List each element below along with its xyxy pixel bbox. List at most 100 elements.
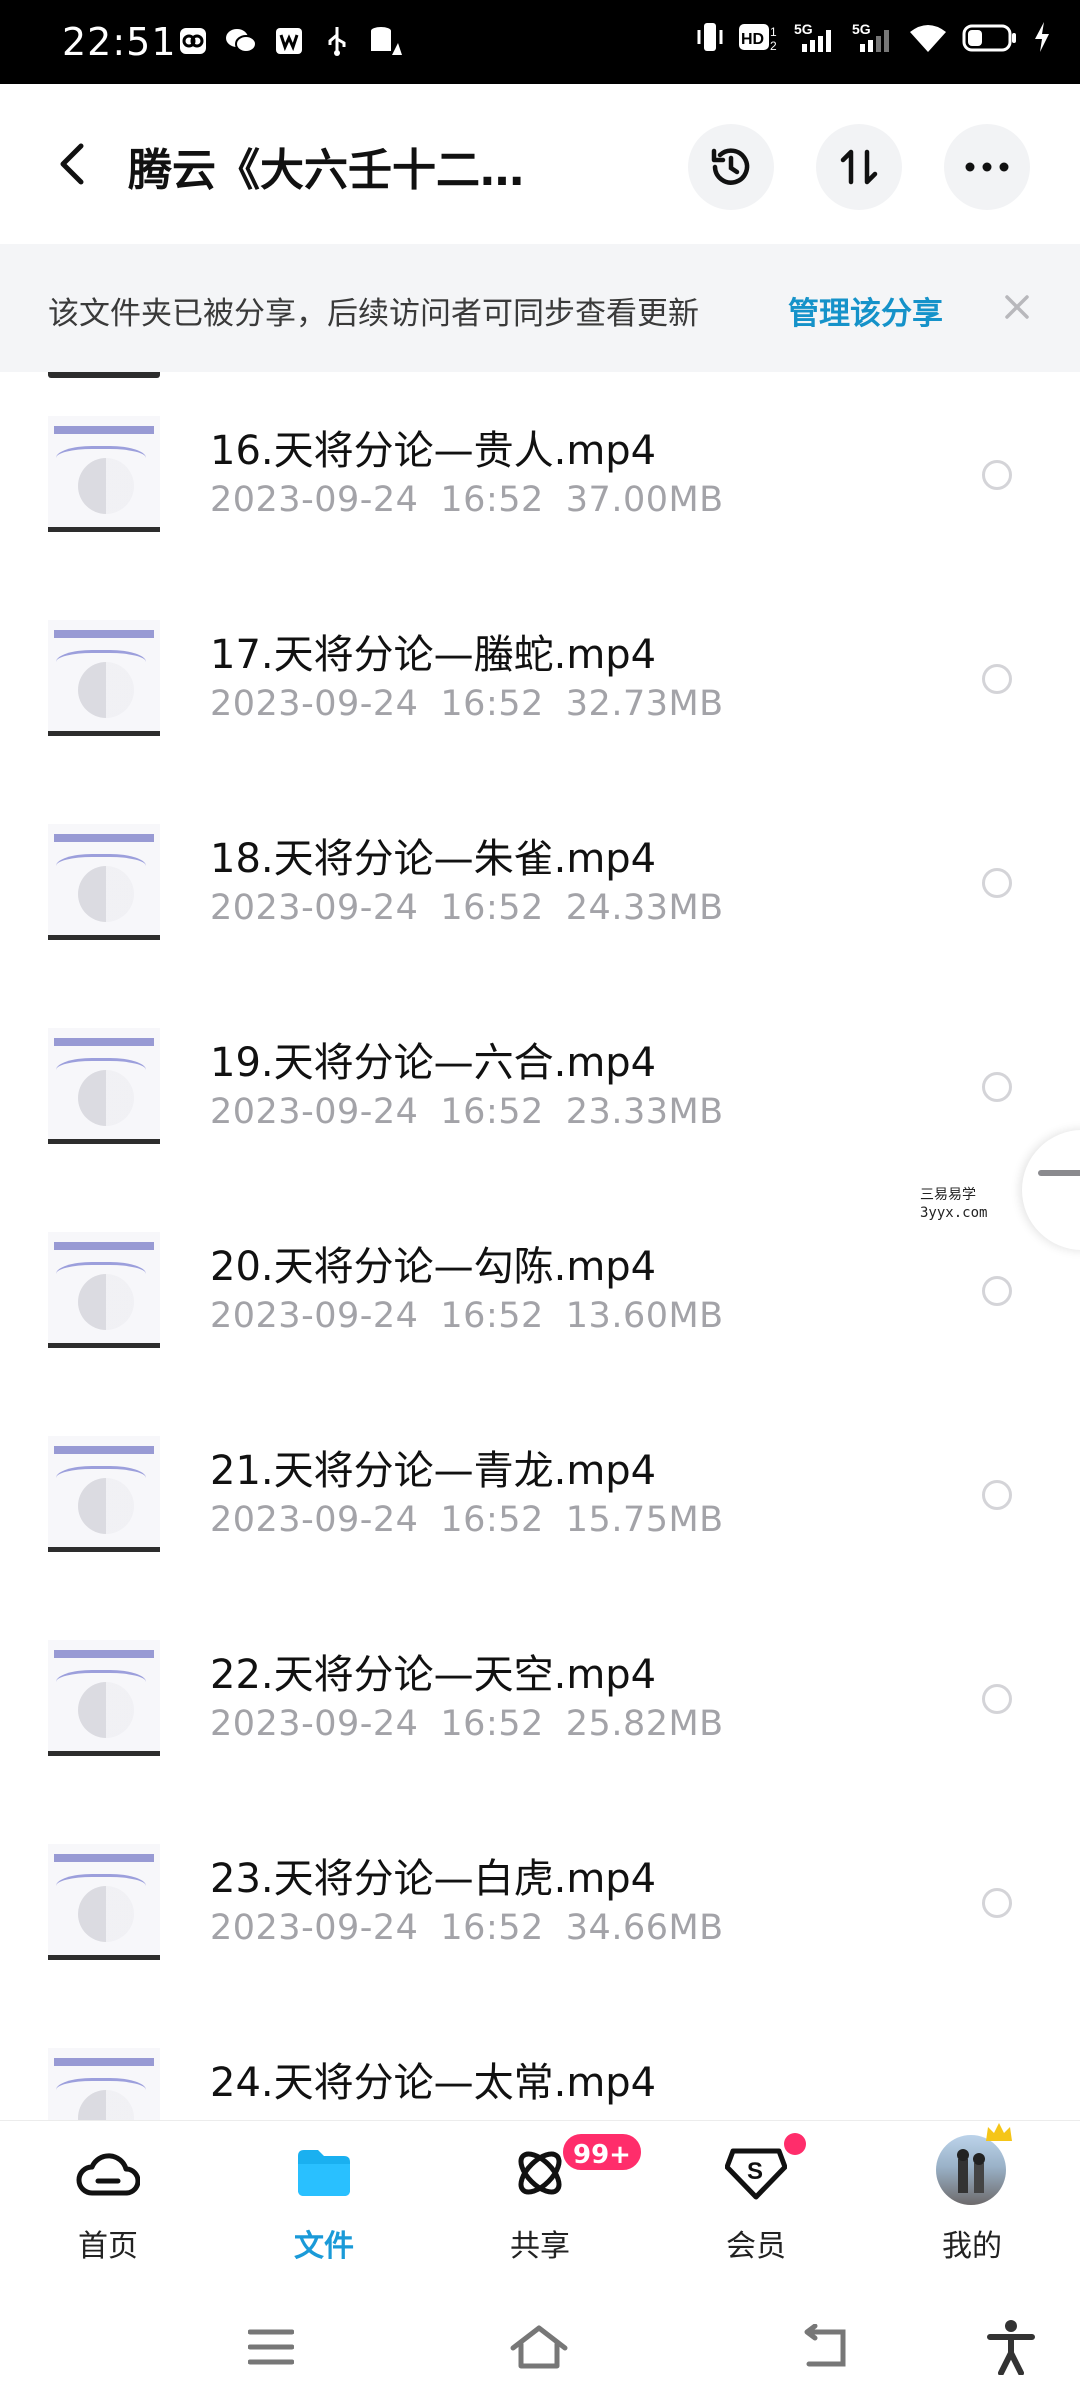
home-button[interactable] [504,2312,574,2382]
svg-text:5G: 5G [794,21,813,37]
file-name: 18.天将分论—朱雀.mp4 [210,836,657,882]
back-button[interactable] [44,132,100,196]
signal-5g-icon: 5G [850,20,894,58]
handle-dash [1038,1170,1080,1176]
video-thumbnail [48,824,160,940]
manage-share-link[interactable]: 管理该分享 [788,288,943,333]
video-thumbnail [48,2048,160,2120]
menu-icon [248,2329,294,2365]
file-row[interactable]: 20.天将分论—勾陈.mp4 2023-09-24 16:52 13.60MB [0,1188,1080,1392]
sort-button[interactable] [816,124,902,210]
video-thumbnail [48,416,160,532]
thumbnail-detail [54,834,154,842]
file-row[interactable]: 21.天将分论—青龙.mp4 2023-09-24 16:52 15.75MB [0,1392,1080,1596]
file-name: 17.天将分论—螣蛇.mp4 [210,632,657,678]
file-row[interactable]: 23.天将分论—白虎.mp4 2023-09-24 16:52 34.66MB [0,1800,1080,2004]
hd-icon: HD 1 2 [738,20,778,58]
tab-files[interactable]: 文件 [216,2121,432,2287]
tab-vip-label: 会员 [726,2229,786,2264]
file-time: 16:52 [440,480,544,520]
svg-text:2: 2 [770,39,777,53]
select-radio[interactable] [982,460,1012,490]
close-icon [1005,295,1029,319]
thumbnail-detail [54,1446,154,1454]
thumbnail-detail [78,1886,134,1942]
tab-files-label: 文件 [294,2229,354,2264]
video-thumbnail [48,620,160,736]
close-banner-button[interactable] [994,284,1040,330]
file-size: 13.60MB [565,1296,724,1336]
file-row[interactable]: 16.天将分论—贵人.mp4 2023-09-24 16:52 37.00MB [0,372,1080,576]
back-nav-button[interactable] [790,2312,860,2382]
tab-me-label: 我的 [942,2229,1002,2264]
tab-home-label: 首页 [78,2229,138,2264]
thumbnail-detail [78,866,134,922]
video-thumbnail [48,1436,160,1552]
history-button[interactable] [688,124,774,210]
video-thumbnail [48,1844,160,1960]
svg-text:HD: HD [741,31,764,48]
watermark-line2: 3yyx.com [920,1205,988,1221]
thumbnail-detail [54,1038,154,1046]
select-radio[interactable] [982,1888,1012,1918]
file-date: 2023-09-24 [210,888,419,928]
share-notice-text: 该文件夹已被分享，后续访问者可同步查看更新 [48,296,699,332]
more-button[interactable] [944,124,1030,210]
file-size: 25.82MB [565,1704,724,1744]
file-name: 16.天将分论—贵人.mp4 [210,428,657,474]
file-row[interactable]: 19.天将分论—六合.mp4 2023-09-24 16:52 23.33MB [0,984,1080,1188]
file-meta: 2023-09-24 16:52 24.33MB [210,888,746,928]
wifi-icon [908,20,948,58]
wps-icon [272,24,306,58]
file-meta: 2023-09-24 16:52 25.82MB [210,1704,746,1744]
select-radio[interactable] [982,664,1012,694]
vip-diamond-icon: S [724,2141,788,2205]
sort-icon [840,149,878,185]
file-meta: 2023-09-24 16:52 15.75MB [210,1500,746,1540]
vip-dot-badge [784,2133,806,2155]
share-notice-banner: 该文件夹已被分享，后续访问者可同步查看更新 管理该分享 [0,244,1080,372]
file-row[interactable]: 17.天将分论—螣蛇.mp4 2023-09-24 16:52 32.73MB [0,576,1080,780]
chevron-left-icon [60,143,84,185]
vpn-app-icon [176,24,210,58]
back-icon [804,2324,846,2367]
avatar[interactable] [936,2135,1006,2205]
more-icon [965,162,1009,172]
svg-text:5G: 5G [852,21,871,37]
file-time: 16:52 [440,1500,544,1540]
thumbnail-detail [54,1650,154,1658]
thumbnail-detail [78,1478,134,1534]
file-list[interactable]: 16.天将分论—贵人.mp4 2023-09-24 16:52 37.00MB 17.天… [0,372,1080,2120]
file-name: 21.天将分论—青龙.mp4 [210,1448,657,1494]
file-name: 22.天将分论—天空.mp4 [210,1652,657,1698]
status-bar: 22:51 HD 1 2 5G 5G [0,0,1080,84]
select-radio[interactable] [982,1276,1012,1306]
thumbnail-detail [78,1274,134,1330]
thumbnail-detail [78,1682,134,1738]
watermark: 三易易学 3yyx.com [920,1186,987,1222]
file-row[interactable]: 24.天将分论—太常.mp4 [0,2004,1080,2120]
status-system-icons: HD 1 2 5G 5G [696,20,1052,58]
file-time: 16:52 [440,1704,544,1744]
status-notification-icons [176,24,402,58]
page-title: 腾云《大六壬十二… [128,145,524,196]
file-row[interactable]: 18.天将分论—朱雀.mp4 2023-09-24 16:52 24.33MB [0,780,1080,984]
recent-apps-button[interactable] [236,2312,306,2382]
accessibility-button[interactable] [976,2312,1046,2382]
select-radio[interactable] [982,868,1012,898]
file-date: 2023-09-24 [210,480,419,520]
thumbnail-detail [78,458,134,514]
file-date: 2023-09-24 [210,1092,419,1132]
file-size: 15.75MB [565,1500,724,1540]
thumbnail-detail [54,2058,154,2066]
file-name: 23.天将分论—白虎.mp4 [210,1856,657,1902]
tab-vip[interactable]: S 会员 [648,2121,864,2287]
select-radio[interactable] [982,1072,1012,1102]
file-row[interactable]: 22.天将分论—天空.mp4 2023-09-24 16:52 25.82MB [0,1596,1080,1800]
history-icon [711,148,750,185]
tab-home[interactable]: 首页 [0,2121,216,2287]
file-name: 20.天将分论—勾陈.mp4 [210,1244,657,1290]
select-radio[interactable] [982,1480,1012,1510]
select-radio[interactable] [982,1684,1012,1714]
watermark-line1: 三易易学 [920,1187,976,1203]
